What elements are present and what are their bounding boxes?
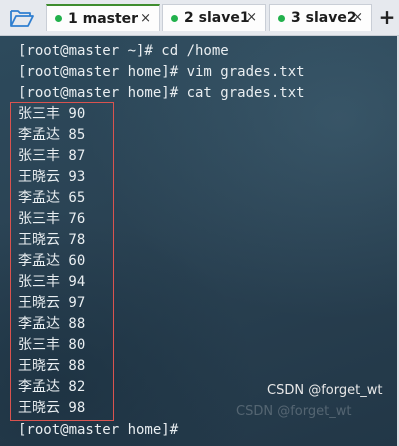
csdn-watermark: CSDN @forget_wt: [267, 383, 383, 398]
terminal-prompt-line: [root@master home]#: [18, 422, 179, 438]
terminal-command-line: [root@master home]# cat grades.txt: [18, 85, 305, 101]
tab-label: 2 slave1: [184, 10, 250, 26]
close-icon[interactable]: ×: [140, 12, 151, 26]
tab-slave1[interactable]: 2 slave1 ×: [162, 4, 266, 31]
close-icon[interactable]: ×: [246, 11, 257, 25]
new-tab-button[interactable]: +: [376, 6, 398, 28]
connected-dot-icon: [278, 14, 285, 22]
tab-master[interactable]: 1 master ×: [46, 4, 160, 31]
tab-label: 3 slave2: [291, 10, 357, 26]
tab-label: 1 master: [68, 10, 139, 27]
output-highlight-box: [10, 102, 114, 421]
folder-open-icon: [10, 9, 34, 27]
connected-dot-icon: [55, 15, 62, 22]
tab-slave2[interactable]: 3 slave2 ×: [269, 4, 372, 31]
open-folder-button[interactable]: [6, 4, 38, 31]
terminal-command-line: [root@master home]# vim grades.txt: [18, 64, 305, 80]
connected-dot-icon: [171, 14, 178, 22]
csdn-watermark-ghost: CSDN @forget_wt: [236, 404, 352, 419]
terminal-command-line: [root@master ~]# cd /home: [18, 43, 229, 59]
session-tab-bar: 1 master × 2 slave1 × 3 slave2 × +: [0, 0, 399, 36]
close-icon[interactable]: ×: [352, 11, 363, 25]
